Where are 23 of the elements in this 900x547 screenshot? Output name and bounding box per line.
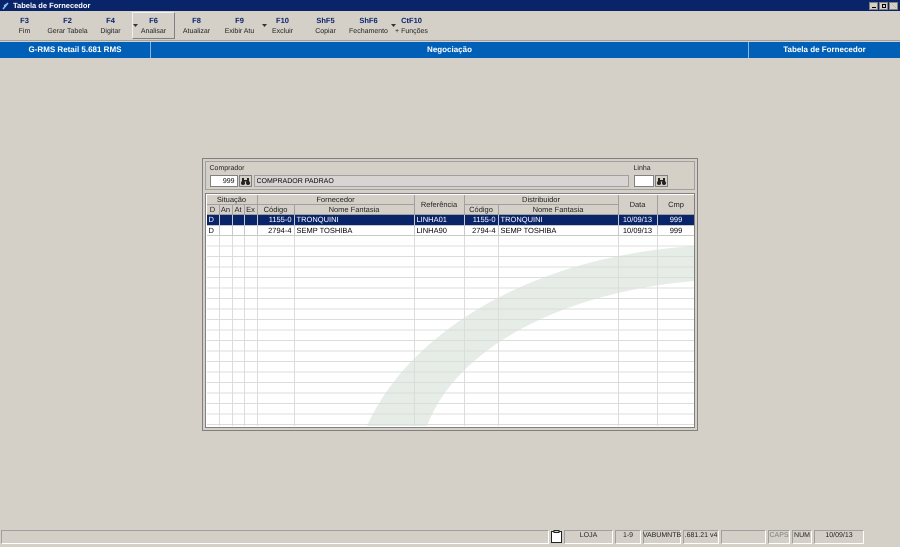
table-cell [244, 226, 258, 236]
linha-field[interactable] [634, 175, 654, 187]
table-cell [220, 215, 232, 226]
app-icon [2, 2, 10, 10]
banner-section: Tabela de Fornecedor [749, 42, 900, 58]
table-cell [232, 215, 244, 226]
caret-icon[interactable] [133, 24, 138, 27]
search-button[interactable] [238, 175, 252, 187]
status-field [721, 530, 766, 544]
table-cell [232, 226, 244, 236]
binoculars-icon [656, 178, 666, 184]
binoculars-icon [240, 178, 250, 184]
search-button[interactable] [654, 175, 668, 187]
caret-icon[interactable] [391, 24, 396, 27]
minimize-button[interactable] [869, 2, 878, 10]
banner-section: G-RMS Retail 5.681 RMS [0, 42, 151, 58]
clipboard-icon [551, 530, 562, 543]
restore-button[interactable] [879, 2, 888, 10]
banner-section: Negociação [151, 42, 749, 58]
caret-icon[interactable] [262, 24, 267, 27]
table-cell [220, 226, 232, 236]
table-cell [244, 215, 258, 226]
close-button[interactable] [889, 2, 898, 10]
